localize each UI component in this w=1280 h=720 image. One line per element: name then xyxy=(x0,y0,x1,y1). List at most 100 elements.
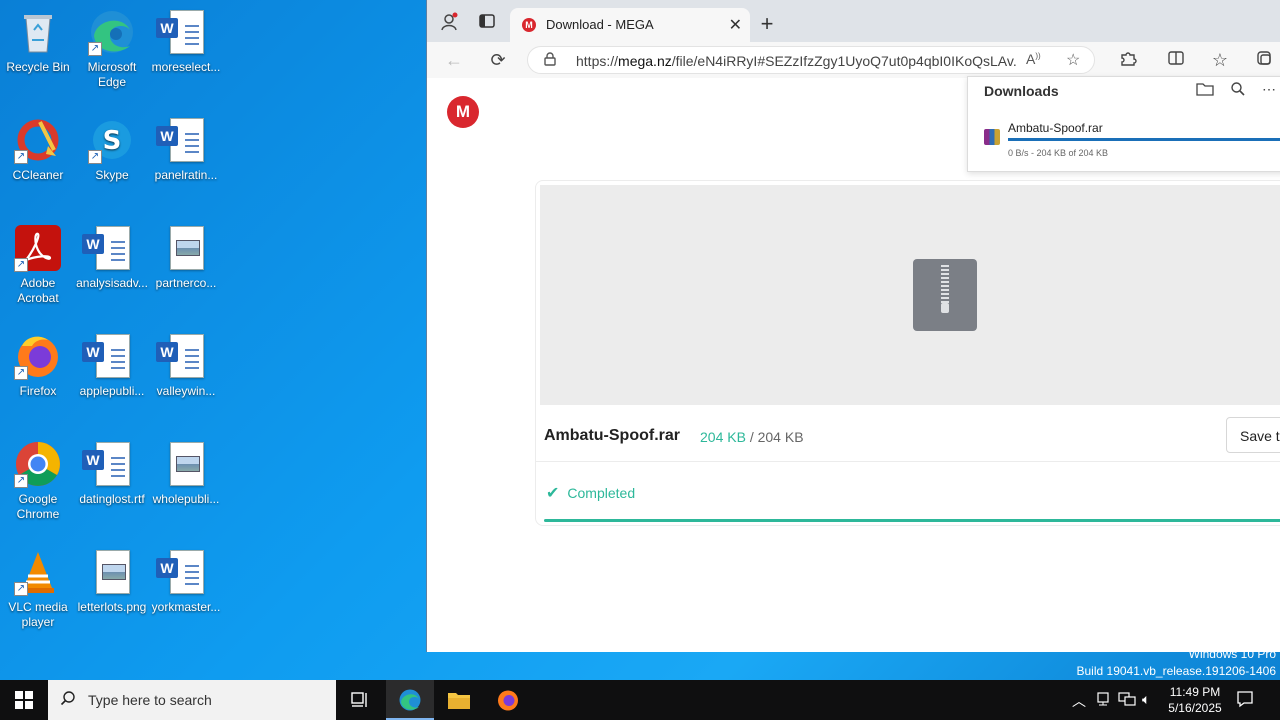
desktop-icon-firefox[interactable]: ↗ Firefox xyxy=(0,332,76,399)
desktop-icon-yorkmaster[interactable]: W yorkmaster... xyxy=(148,548,224,615)
download-item-name[interactable]: Ambatu-Spoof.rar xyxy=(1008,121,1103,135)
download-item-progress xyxy=(1008,138,1280,141)
desktop-icon-label: Google Chrome xyxy=(16,492,60,521)
edge-icon xyxy=(399,689,421,711)
search-icon[interactable] xyxy=(1230,81,1246,100)
shortcut-arrow-icon: ↗ xyxy=(88,42,102,56)
image-file-icon xyxy=(162,224,210,272)
show-hidden-icons-chevron-icon[interactable]: ︿ xyxy=(1072,691,1086,711)
firefox-icon xyxy=(498,690,518,711)
windows-version-info: Windows 10 Pro Build 19041.vb_release.19… xyxy=(1077,646,1277,680)
desktop-icon-microsoft-edge[interactable]: ↗ Microsoft Edge xyxy=(74,8,150,90)
clock-time: 11:49 PM xyxy=(1169,685,1221,699)
file-download-card: Ambatu-Spoof.rar 204 KB / 204 KB Save t … xyxy=(535,180,1280,526)
desktop-icon-label: applepubli... xyxy=(79,384,145,398)
word-doc-icon: W xyxy=(82,224,136,272)
search-icon xyxy=(60,690,76,711)
desktop-icon-panelratin[interactable]: W panelratin... xyxy=(148,116,224,183)
notification-center-icon[interactable] xyxy=(1236,690,1254,713)
favorite-star-icon[interactable]: ☆ xyxy=(1066,50,1080,70)
taskbar-search-box[interactable]: Type here to search xyxy=(48,680,336,720)
archive-file-icon xyxy=(913,259,977,331)
desktop-icon-label: moreselect... xyxy=(151,60,221,74)
network-status-icon[interactable] xyxy=(1096,691,1110,710)
mega-logo-icon[interactable]: M xyxy=(447,96,479,128)
desktop-icon-analysisadv[interactable]: W analysisadv... xyxy=(74,224,150,291)
word-doc-icon: W xyxy=(156,332,210,380)
desktop-icon-moreselect[interactable]: W moreselect... xyxy=(148,8,224,75)
word-doc-icon: W xyxy=(82,440,136,488)
desktop-icon-ccleaner[interactable]: ↗ CCleaner xyxy=(0,116,76,183)
collections-icon[interactable] xyxy=(1253,49,1275,71)
read-aloud-icon[interactable]: A)) xyxy=(1026,51,1041,67)
favorites-icon[interactable]: ☆ xyxy=(1209,49,1231,71)
desktop-icon-label: Microsoft Edge xyxy=(87,60,137,89)
edge-icon: ↗ xyxy=(88,8,136,56)
desktop-icon-wholepubli[interactable]: wholepubli... xyxy=(148,440,224,507)
save-to-device-button[interactable]: Save t xyxy=(1226,417,1280,453)
desktop-icon-letterlots[interactable]: letterlots.png xyxy=(74,548,150,615)
shortcut-arrow-icon: ↗ xyxy=(14,366,28,380)
system-clock[interactable]: 11:49 PM 5/16/2025 xyxy=(1160,684,1230,716)
desktop-icon-skype[interactable]: S ↗ Skype xyxy=(74,116,150,183)
shortcut-arrow-icon: ↗ xyxy=(14,258,28,272)
skype-icon: S ↗ xyxy=(88,116,136,164)
profile-icon[interactable] xyxy=(437,12,461,36)
taskbar: Type here to search ︿ 🔈︎ 11:49 PM 5/16/2… xyxy=(0,680,1280,720)
desktop-icon-label: valleywin... xyxy=(156,384,216,398)
volume-icon[interactable]: 🔈︎ xyxy=(1142,691,1150,708)
acrobat-icon: ↗ xyxy=(14,224,62,272)
windows-logo-icon xyxy=(15,691,33,709)
desktop-icon-applepubli[interactable]: W applepubli... xyxy=(74,332,150,399)
desktop-icon-label: Recycle Bin xyxy=(6,60,70,74)
address-bar[interactable]: https://mega.nz/file/eN4iRRyI#SEZzIfzZgy… xyxy=(527,46,1095,74)
desktop-icon-label: Skype xyxy=(95,168,129,182)
word-doc-icon: W xyxy=(156,548,210,596)
refresh-icon[interactable]: ⟳ xyxy=(487,49,509,71)
back-arrow-icon[interactable]: ← xyxy=(443,49,465,71)
status-text: Completed xyxy=(567,485,636,501)
start-button[interactable] xyxy=(0,680,48,720)
downloaded-size: 204 KB xyxy=(700,429,746,445)
shortcut-arrow-icon: ↗ xyxy=(14,582,28,596)
taskbar-edge[interactable] xyxy=(386,680,434,720)
desktop-icon-google-chrome[interactable]: ↗ Google Chrome xyxy=(0,440,76,522)
desktop-icon-label: analysisadv... xyxy=(76,276,148,290)
lock-icon xyxy=(544,52,556,69)
folder-icon xyxy=(448,693,470,709)
word-doc-icon: W xyxy=(156,8,210,56)
desktop-icon-valleywin[interactable]: W valleywin... xyxy=(148,332,224,399)
tab-mega-download[interactable]: M Download - MEGA ✕ xyxy=(510,8,750,42)
extensions-icon[interactable] xyxy=(1117,49,1139,71)
clock-date: 5/16/2025 xyxy=(1168,701,1222,715)
ethernet-icon[interactable] xyxy=(1118,691,1136,710)
firefox-icon: ↗ xyxy=(14,332,62,380)
taskbar-file-explorer[interactable] xyxy=(435,680,483,720)
desktop: Recycle Bin ↗ CCleaner ↗ Adobe Acrobat ↗… xyxy=(0,0,426,680)
split-screen-icon[interactable] xyxy=(1165,49,1187,71)
file-size: 204 KB / 204 KB xyxy=(700,429,804,445)
desktop-icon-partnerco[interactable]: partnerco... xyxy=(148,224,224,291)
more-options-icon[interactable]: ⋯ xyxy=(1262,81,1276,98)
tab-actions-icon[interactable] xyxy=(475,12,499,36)
search-placeholder: Type here to search xyxy=(88,692,212,708)
task-view-button[interactable] xyxy=(336,680,384,720)
desktop-icon-label: VLC media player xyxy=(8,600,68,629)
desktop-icon-label: datinglost.rtf xyxy=(79,492,145,506)
new-tab-icon[interactable]: + xyxy=(755,12,779,36)
url-text: https://mega.nz/file/eN4iRRyI#SEZzIfzZgy… xyxy=(576,53,1016,69)
rar-file-icon xyxy=(984,129,1000,145)
desktop-icon-recycle-bin[interactable]: Recycle Bin xyxy=(0,8,76,75)
desktop-icon-vlc[interactable]: ↗ VLC media player xyxy=(0,548,76,630)
windows-edition: Windows 10 Pro xyxy=(1188,647,1276,661)
desktop-icon-adobe-acrobat[interactable]: ↗ Adobe Acrobat xyxy=(0,224,76,306)
image-file-icon xyxy=(88,548,136,596)
url-prefix: https:// xyxy=(576,53,619,69)
checkmark-icon: ✔ xyxy=(546,485,560,502)
desktop-icon-label: partnerco... xyxy=(155,276,217,290)
taskbar-firefox[interactable] xyxy=(484,680,532,720)
open-folder-icon[interactable] xyxy=(1196,81,1214,100)
total-size: 204 KB xyxy=(757,429,804,445)
desktop-icon-datinglost[interactable]: W datinglost.rtf xyxy=(74,440,150,507)
close-tab-icon[interactable]: ✕ xyxy=(729,15,742,35)
